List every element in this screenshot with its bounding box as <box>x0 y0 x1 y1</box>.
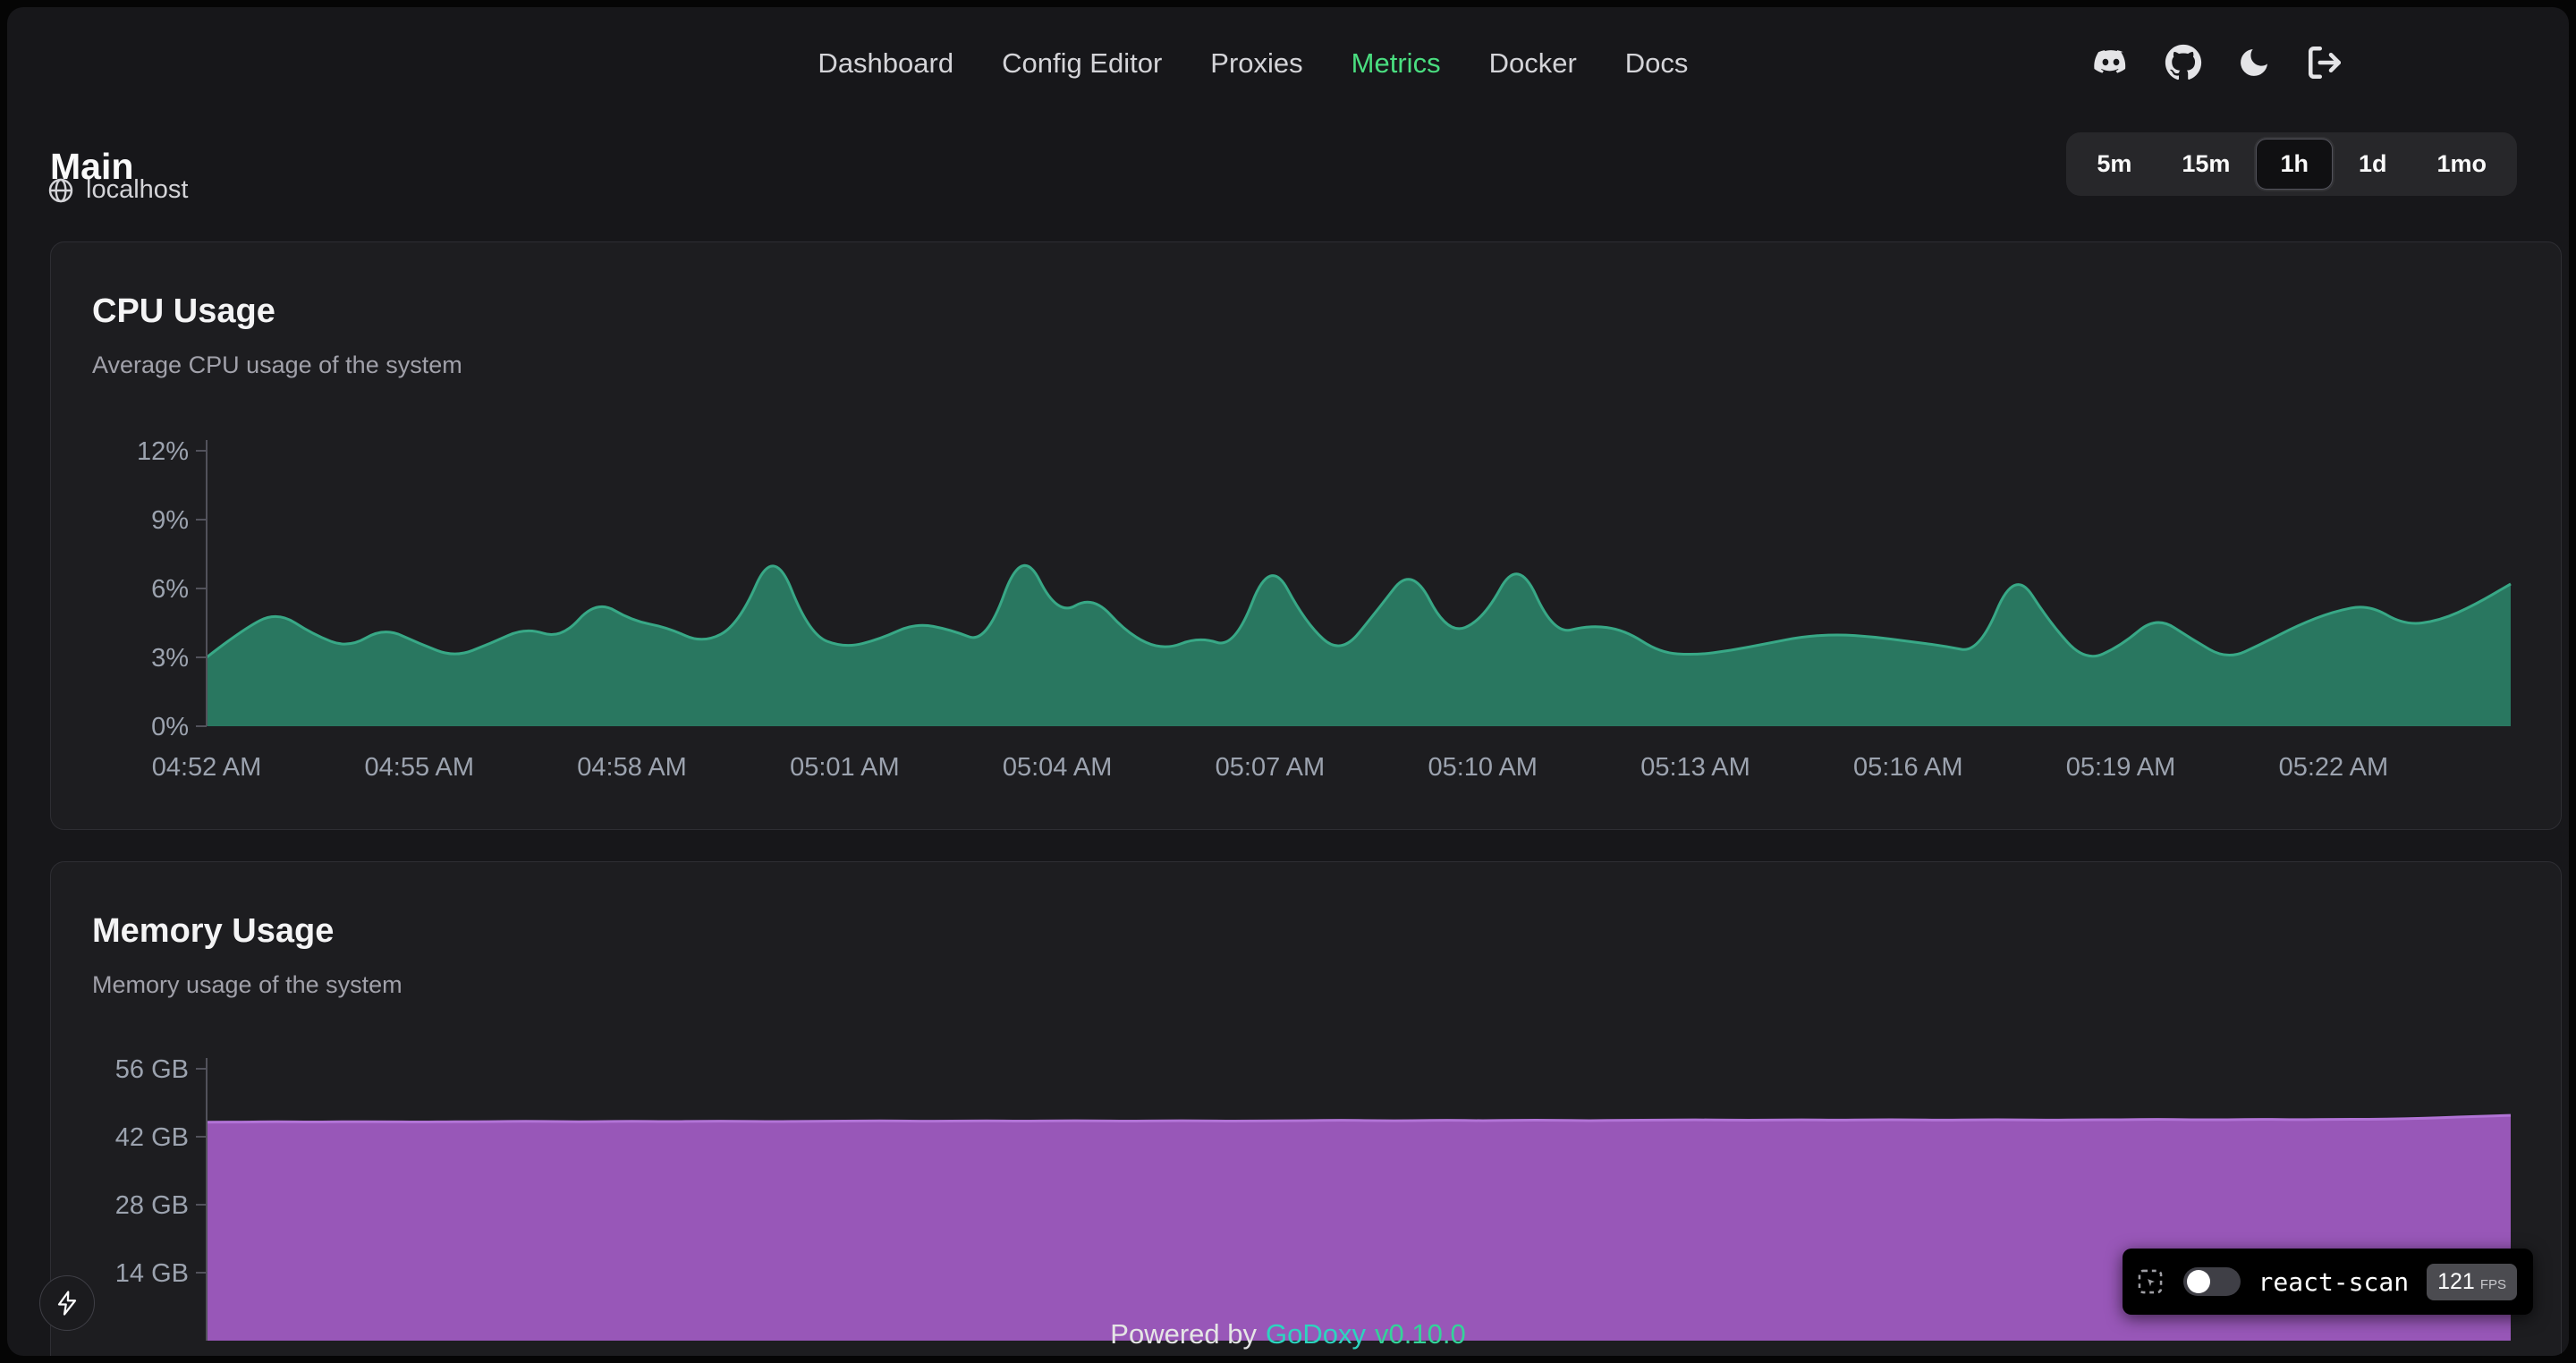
svg-text:05:16 AM: 05:16 AM <box>1853 753 1963 782</box>
header-icon-row <box>2091 43 2343 82</box>
main-nav: Dashboard Config Editor Proxies Metrics Dock… <box>816 41 1690 85</box>
svg-text:05:04 AM: 05:04 AM <box>1003 753 1113 782</box>
inspect-icon <box>2135 1266 2165 1297</box>
time-range-1mo[interactable]: 1mo <box>2412 139 2511 190</box>
time-range-15m[interactable]: 15m <box>2157 139 2254 190</box>
react-scan-widget: react-scan 121 FPS <box>2123 1249 2533 1315</box>
nav-item-proxies[interactable]: Proxies <box>1208 41 1304 85</box>
logout-icon <box>2306 44 2343 81</box>
inspect-button[interactable] <box>2135 1266 2165 1297</box>
svg-text:04:55 AM: 04:55 AM <box>365 753 475 782</box>
nav-item-docker[interactable]: Docker <box>1487 41 1579 85</box>
github-button[interactable] <box>2165 44 2202 81</box>
nav-item-metrics[interactable]: Metrics <box>1350 41 1443 85</box>
cpu-usage-chart[interactable]: 0% 3% 6% 9% 12% 04:52 AM 04:55 AM 04:58 AM 05:01… <box>51 242 2561 829</box>
nav-item-config-editor[interactable]: Config Editor <box>1000 41 1164 85</box>
cpu-usage-card: CPU Usage Average CPU usage of the syste… <box>50 241 2562 830</box>
time-range-1d[interactable]: 1d <box>2334 139 2411 190</box>
time-range-1h[interactable]: 1h <box>2256 139 2333 190</box>
dark-mode-icon <box>2236 45 2272 80</box>
svg-text:3%: 3% <box>151 644 189 673</box>
version-label: v0.10.0 <box>1375 1318 1466 1350</box>
svg-text:6%: 6% <box>151 575 189 604</box>
fps-unit: FPS <box>2480 1277 2506 1292</box>
time-range-selector: 5m15m1h1d1mo <box>2066 132 2517 196</box>
svg-text:05:22 AM: 05:22 AM <box>2279 753 2389 782</box>
host-row: localhost <box>47 175 188 205</box>
svg-text:05:01 AM: 05:01 AM <box>790 753 900 782</box>
react-scan-toggle[interactable] <box>2183 1267 2241 1296</box>
svg-text:12%: 12% <box>137 437 189 466</box>
logout-button[interactable] <box>2306 44 2343 81</box>
react-scan-label: react-scan <box>2258 1267 2410 1297</box>
fps-badge: 121 FPS <box>2427 1264 2517 1300</box>
top-navigation-bar: Dashboard Config Editor Proxies Metrics Dock… <box>7 7 2569 114</box>
svg-text:05:10 AM: 05:10 AM <box>1428 753 1538 782</box>
quick-actions-button[interactable] <box>39 1275 95 1331</box>
toggle-knob <box>2187 1270 2210 1293</box>
discord-button[interactable] <box>2091 43 2131 82</box>
metrics-page: Dashboard Config Editor Proxies Metrics Dock… <box>7 7 2569 1356</box>
fps-value: 121 <box>2437 1269 2475 1295</box>
svg-text:42 GB: 42 GB <box>115 1123 189 1152</box>
svg-text:05:19 AM: 05:19 AM <box>2066 753 2176 782</box>
svg-text:05:07 AM: 05:07 AM <box>1216 753 1326 782</box>
discord-icon <box>2091 43 2131 82</box>
theme-toggle-button[interactable] <box>2236 45 2272 80</box>
nav-item-docs[interactable]: Docs <box>1623 41 1690 85</box>
powered-by-label: Powered by <box>1110 1318 1257 1350</box>
time-range-5m[interactable]: 5m <box>2072 139 2156 190</box>
lightning-icon <box>54 1290 80 1316</box>
hostname-label: localhost <box>86 175 188 205</box>
svg-text:0%: 0% <box>151 713 189 741</box>
github-icon <box>2165 44 2202 81</box>
svg-text:04:58 AM: 04:58 AM <box>577 753 687 782</box>
footer: Powered by GoDoxy v0.10.0 <box>1110 1318 1465 1350</box>
nav-item-dashboard[interactable]: Dashboard <box>816 41 955 85</box>
godoxy-link[interactable]: GoDoxy <box>1266 1318 1366 1350</box>
svg-text:28 GB: 28 GB <box>115 1191 189 1220</box>
svg-text:9%: 9% <box>151 506 189 535</box>
svg-text:14 GB: 14 GB <box>115 1259 189 1288</box>
svg-text:05:13 AM: 05:13 AM <box>1640 753 1750 782</box>
svg-text:56 GB: 56 GB <box>115 1055 189 1084</box>
globe-icon <box>47 176 75 205</box>
svg-text:04:52 AM: 04:52 AM <box>152 753 262 782</box>
